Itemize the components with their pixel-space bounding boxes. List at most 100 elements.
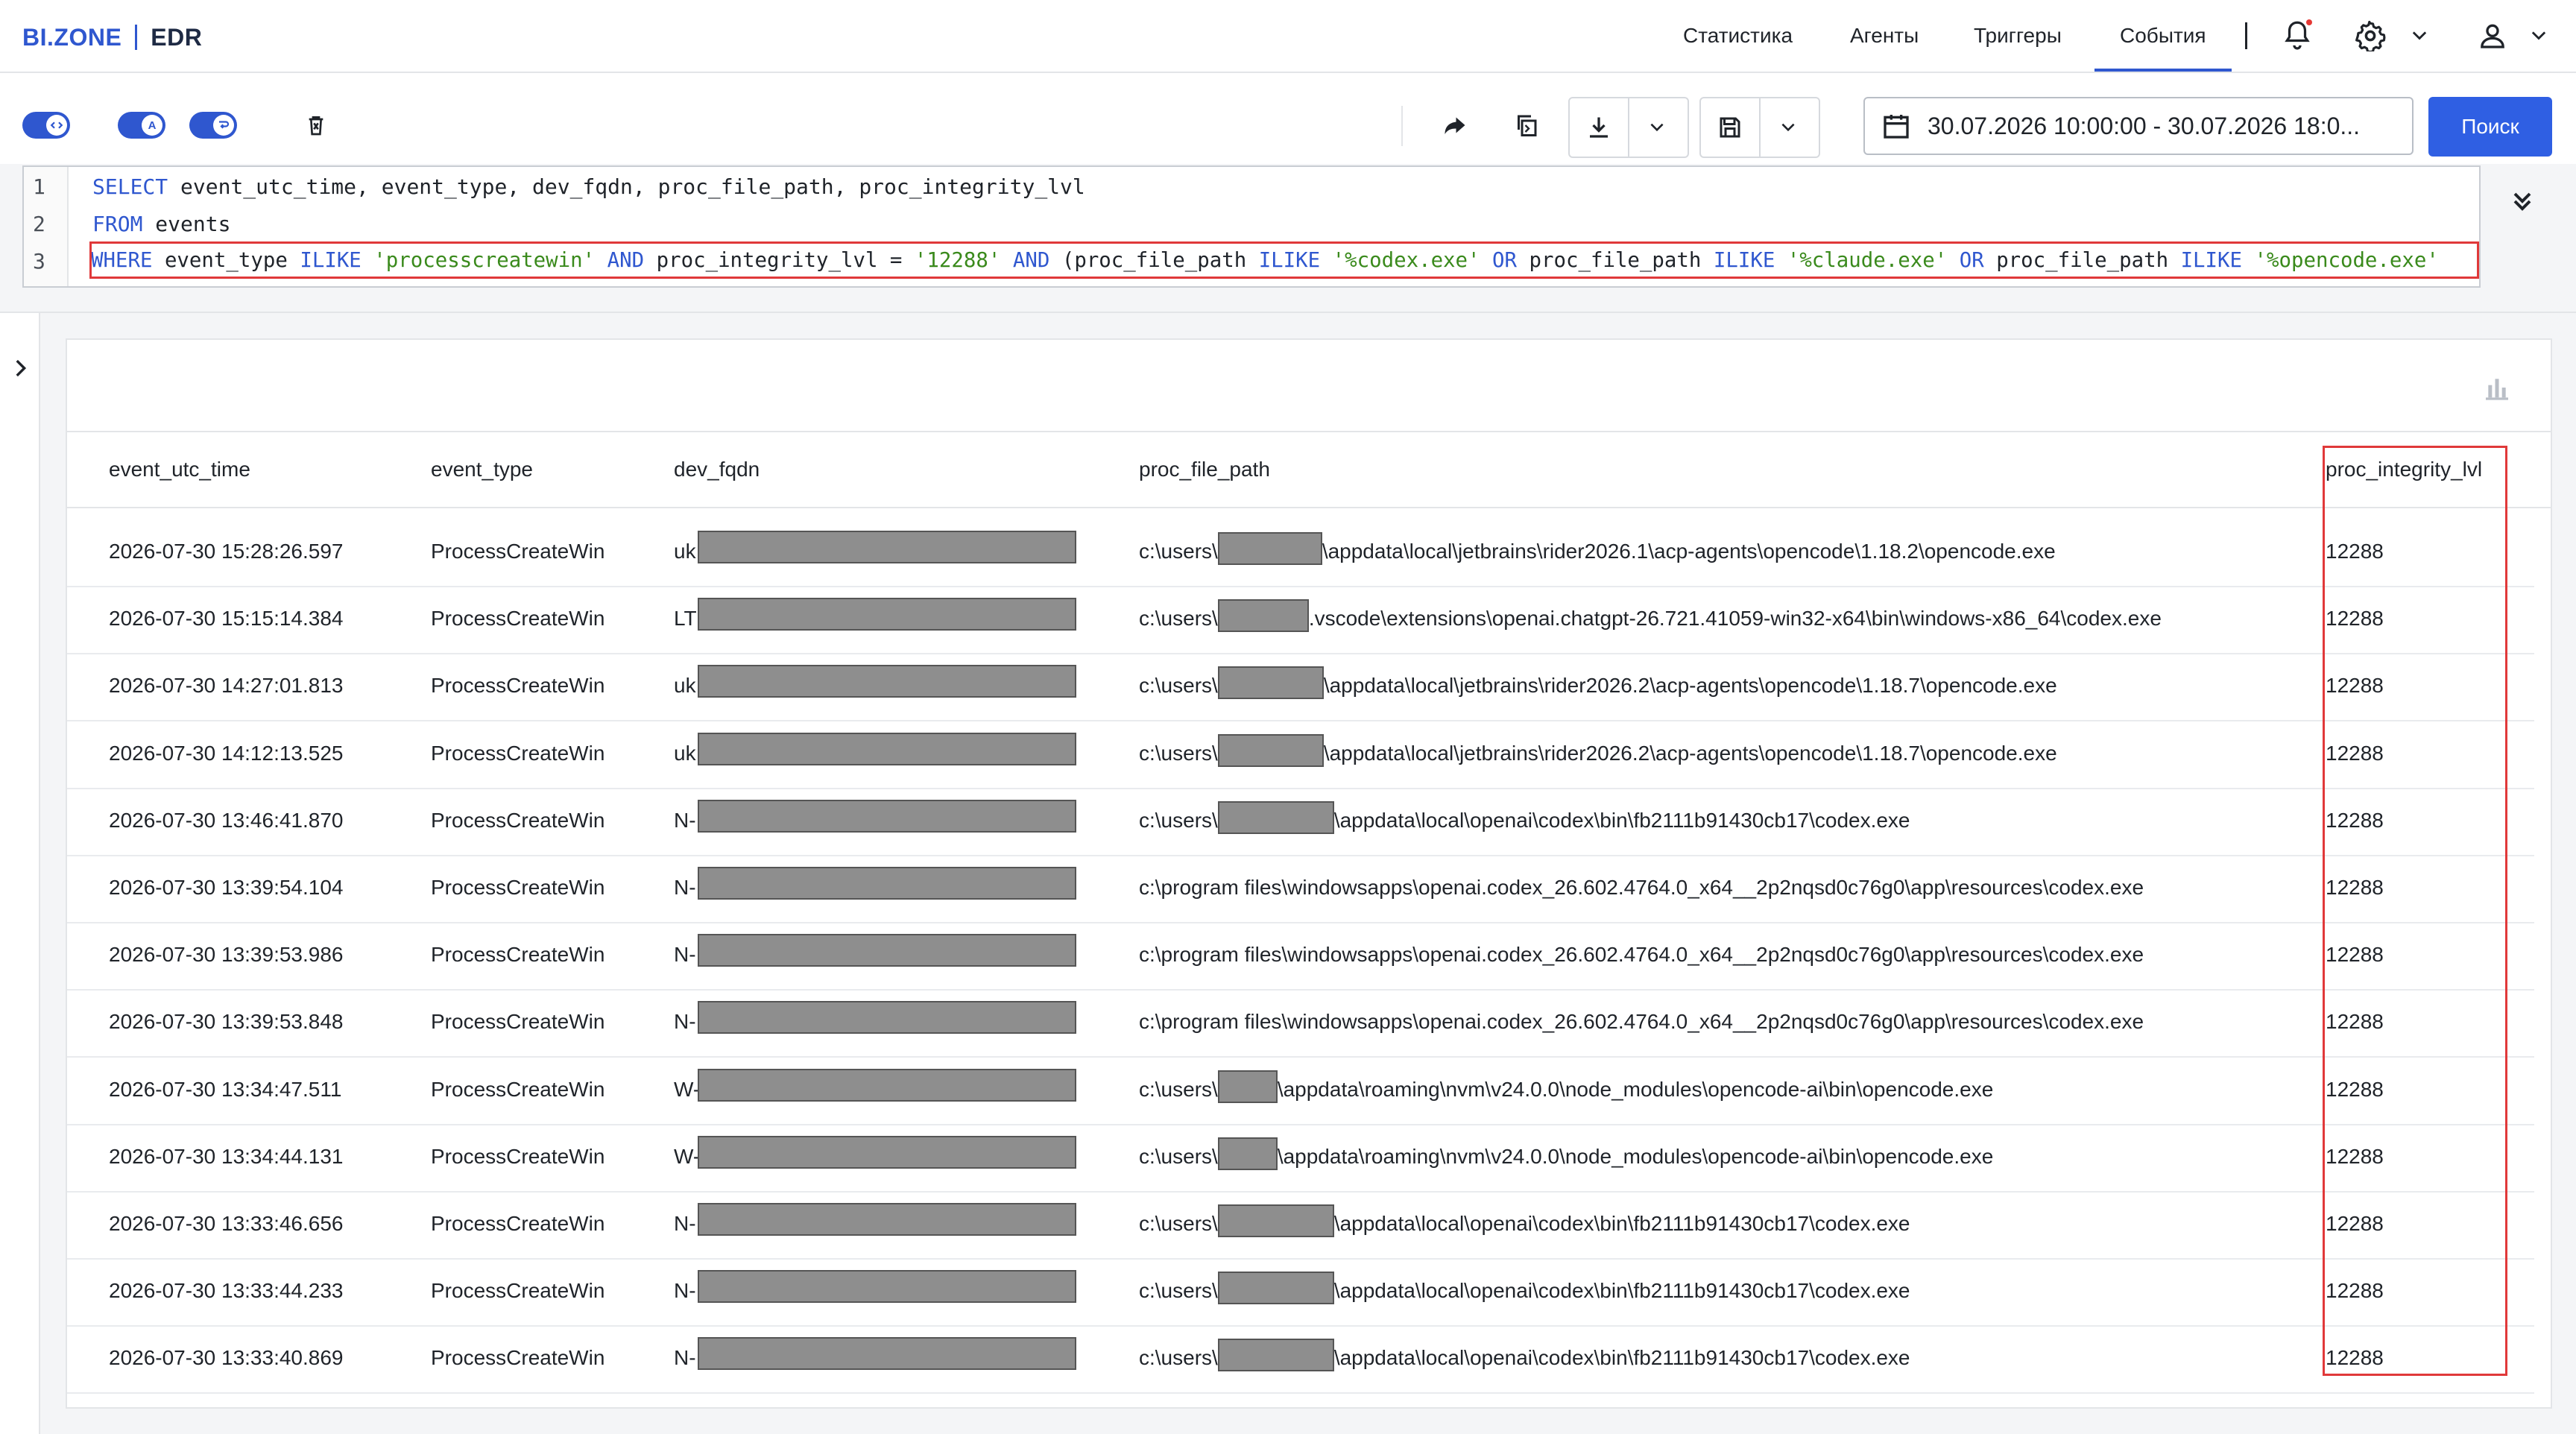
path-prefix: c:\program files\windowsapps\openai.code… <box>1139 876 2144 899</box>
cell-event-type: ProcessCreateWin <box>431 808 605 832</box>
redacted-username <box>1217 1070 1278 1103</box>
nav-statistics[interactable]: Статистика <box>1683 0 1793 72</box>
cell-proc-file-path: c:\users\ \appdata\local\openai\codex\bin… <box>1139 800 1910 834</box>
cell-event-utc-time: 2026-07-30 14:27:01.813 <box>109 674 344 698</box>
table-row[interactable]: 2026-07-30 13:33:46.656 ProcessCreateWin N… <box>67 1191 2534 1260</box>
redacted-hostname <box>698 665 1076 698</box>
cell-dev-fqdn: N- <box>674 876 696 899</box>
path-suffix: .vscode\extensions\openai.chatgpt-26.721… <box>1308 607 2162 631</box>
redacted-hostname <box>698 934 1076 967</box>
nav-triggers[interactable]: Триггеры <box>1974 0 2062 72</box>
cell-event-type: ProcessCreateWin <box>431 674 605 698</box>
redacted-username <box>1217 1204 1334 1237</box>
nav-agents[interactable]: Агенты <box>1850 0 1919 72</box>
redacted-hostname <box>698 1337 1076 1371</box>
redacted-username <box>1217 532 1322 565</box>
sql-line-2[interactable]: FROM events <box>92 212 230 236</box>
notification-dot <box>2306 19 2312 25</box>
column-header[interactable]: event_utc_time <box>109 458 250 481</box>
logo-separator <box>135 25 138 50</box>
nav-divider <box>2245 22 2247 49</box>
user-icon[interactable] <box>2475 18 2510 54</box>
redacted-username <box>1217 733 1324 767</box>
delete-icon[interactable] <box>298 107 334 143</box>
expand-editor-icon[interactable] <box>2504 183 2540 219</box>
cell-proc-file-path: c:\users\ \appdata\local\jetbrains\rider2… <box>1139 666 2057 700</box>
line-number: 3 <box>33 249 45 274</box>
copy-icon[interactable] <box>1509 107 1544 143</box>
wrap-toggle[interactable] <box>189 112 237 139</box>
query-toolbar: A 30.07.2026 10:00:00 - 30.07.2026 18:0.… <box>0 73 2576 164</box>
cell-proc-integrity-lvl: 12288 <box>2326 1144 2384 1168</box>
redacted-hostname <box>698 867 1076 900</box>
redacted-username <box>1217 800 1334 834</box>
table-row[interactable]: 2026-07-30 13:39:53.986 ProcessCreateWin N… <box>67 922 2534 991</box>
redacted-hostname <box>698 1270 1076 1304</box>
cell-proc-integrity-lvl: 12288 <box>2326 808 2384 832</box>
autocomplete-toggle[interactable]: A <box>118 112 165 139</box>
chevron-down-icon[interactable] <box>2524 18 2554 54</box>
nav-events[interactable]: События <box>2094 0 2232 72</box>
share-icon[interactable] <box>1437 107 1473 143</box>
path-prefix: c:\users\ <box>1139 741 1218 765</box>
cell-event-type: ProcessCreateWin <box>431 1010 605 1034</box>
date-range-picker[interactable]: 30.07.2026 10:00:00 - 30.07.2026 18:0... <box>1863 97 2414 155</box>
redacted-username <box>1217 599 1309 633</box>
sql-line-1[interactable]: SELECT event_utc_time, event_type, dev_f… <box>92 174 1085 199</box>
table-row[interactable]: 2026-07-30 13:34:44.131 ProcessCreateWin W… <box>67 1124 2534 1193</box>
app-logo[interactable]: BI.ZONE EDR <box>22 22 202 52</box>
cell-proc-file-path: c:\users\ \appdata\roaming\nvm\v24.0.0\no… <box>1139 1137 1993 1170</box>
redacted-hostname <box>698 1068 1076 1102</box>
path-prefix: c:\users\ <box>1139 1346 1218 1370</box>
chevron-down-icon[interactable] <box>1629 98 1685 157</box>
download-icon[interactable] <box>1570 98 1628 157</box>
redacted-hostname <box>698 1135 1076 1169</box>
save-icon[interactable] <box>1701 98 1759 157</box>
chevron-down-icon[interactable] <box>2405 18 2434 54</box>
path-suffix: \appdata\local\jetbrains\rider2026.2\acp… <box>1323 674 2057 698</box>
search-button[interactable]: Поиск <box>2428 97 2552 157</box>
chevron-right-icon[interactable] <box>7 353 33 383</box>
cell-event-type: ProcessCreateWin <box>431 1144 605 1168</box>
table-row[interactable]: 2026-07-30 13:39:53.848 ProcessCreateWin N… <box>67 989 2534 1058</box>
table-row[interactable]: 2026-07-30 14:12:13.525 ProcessCreateWin u… <box>67 721 2534 789</box>
column-header[interactable]: event_type <box>431 458 533 481</box>
cell-proc-integrity-lvl: 12288 <box>2326 1212 2384 1235</box>
cell-event-utc-time: 2026-07-30 13:34:47.511 <box>109 1077 342 1101</box>
table-row[interactable]: 2026-07-30 13:33:40.869 ProcessCreateWin N… <box>67 1325 2534 1394</box>
gear-icon[interactable] <box>2352 18 2388 54</box>
bar-chart-icon[interactable] <box>2482 373 2512 402</box>
sql-editor[interactable]: 1 2 3 SELECT event_utc_time, event_type,… <box>22 165 2481 288</box>
table-row[interactable]: 2026-07-30 13:33:44.233 ProcessCreateWin N… <box>67 1258 2534 1327</box>
path-prefix: c:\users\ <box>1139 540 1218 563</box>
path-suffix: \appdata\local\jetbrains\rider2026.1\acp… <box>1322 540 2056 563</box>
cell-proc-file-path: c:\users\ \appdata\local\openai\codex\bin… <box>1139 1272 1910 1305</box>
table-row[interactable]: 2026-07-30 14:27:01.813 ProcessCreateWin u… <box>67 653 2534 722</box>
cell-proc-file-path: c:\program files\windowsapps\openai.code… <box>1139 876 2144 900</box>
cell-event-utc-time: 2026-07-30 13:39:53.848 <box>109 1010 344 1034</box>
cell-event-type: ProcessCreateWin <box>431 741 605 765</box>
path-suffix: \appdata\local\openai\codex\bin\fb2111b9… <box>1333 1279 1910 1303</box>
sql-line-3[interactable]: WHERE event_type ILIKE 'processcreatewin… <box>91 249 2439 272</box>
column-header[interactable]: proc_integrity_lvl <box>2326 458 2484 481</box>
code-toggle[interactable] <box>22 112 70 139</box>
cell-dev-fqdn: N- <box>674 808 696 832</box>
column-header[interactable]: proc_file_path <box>1139 458 1270 481</box>
cell-event-type: ProcessCreateWin <box>431 1346 605 1370</box>
table-row[interactable]: 2026-07-30 13:39:54.104 ProcessCreateWin N… <box>67 855 2534 923</box>
cell-proc-file-path: c:\users\ .vscode\extensions\openai.chatg… <box>1139 599 2162 633</box>
cell-proc-integrity-lvl: 12288 <box>2326 1010 2384 1034</box>
cell-proc-file-path: c:\users\ \appdata\local\openai\codex\bin… <box>1139 1339 1910 1372</box>
table-row[interactable]: 2026-07-30 15:28:26.597 ProcessCreateWin u… <box>67 519 2534 587</box>
wrap-icon <box>213 115 234 136</box>
column-header[interactable]: dev_fqdn <box>674 458 760 481</box>
path-prefix: c:\users\ <box>1139 1144 1218 1168</box>
path-suffix: \appdata\local\openai\codex\bin\fb2111b9… <box>1333 808 1910 832</box>
table-row[interactable]: 2026-07-30 13:46:41.870 ProcessCreateWin N… <box>67 788 2534 856</box>
table-row[interactable]: 2026-07-30 13:34:47.511 ProcessCreateWin W… <box>67 1057 2534 1125</box>
chevron-down-icon[interactable] <box>1761 98 1816 157</box>
table-row[interactable]: 2026-07-30 15:15:14.384 ProcessCreateWin L… <box>67 586 2534 655</box>
cell-event-utc-time: 2026-07-30 13:33:46.656 <box>109 1212 344 1235</box>
cell-proc-file-path: c:\users\ \appdata\local\openai\codex\bin… <box>1139 1204 1910 1237</box>
bell-icon[interactable] <box>2279 18 2315 54</box>
